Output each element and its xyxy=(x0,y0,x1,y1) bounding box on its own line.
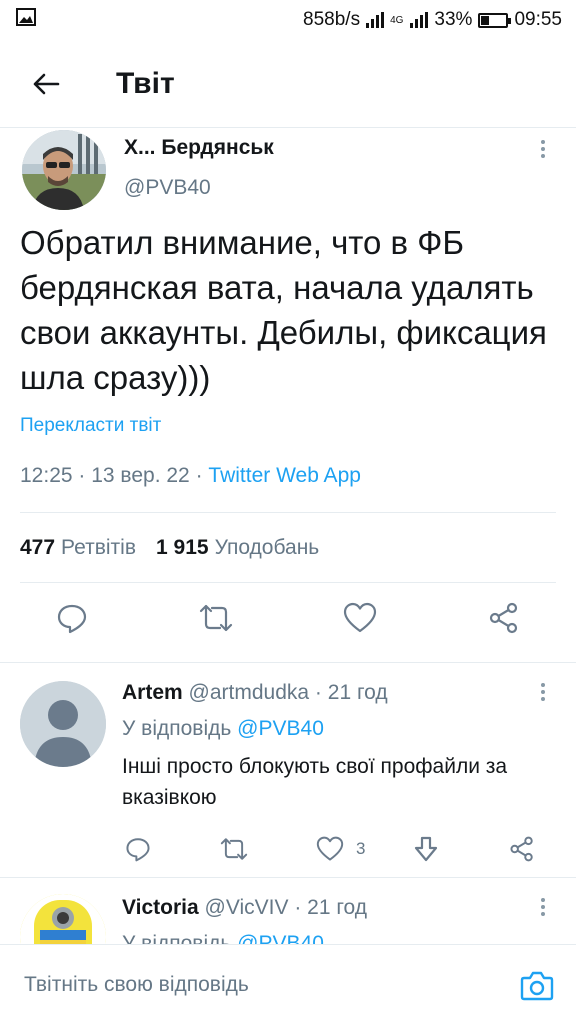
reply-to-label: У відповідь xyxy=(122,932,232,944)
battery-icon xyxy=(478,12,512,28)
share-icon[interactable] xyxy=(484,598,524,638)
divider xyxy=(20,512,556,513)
tweet-date: 13 вер. 22 xyxy=(91,464,190,487)
meta-separator: · xyxy=(314,681,322,704)
reply-author-handle[interactable]: @artmdudka xyxy=(189,681,310,704)
likes-label: Уподобань xyxy=(214,536,320,559)
reply-item[interactable]: Victoria @VicVIV · 21 год У відповідь @P… xyxy=(0,878,576,944)
reply-time: 21 год xyxy=(327,681,388,704)
app-header: Твіт xyxy=(0,40,576,128)
page-title: Твіт xyxy=(116,66,175,100)
more-options-icon[interactable] xyxy=(538,683,548,701)
like-heart-icon[interactable] xyxy=(310,829,350,869)
reply-author-name[interactable]: Victoria xyxy=(122,896,199,919)
reply-to-handle[interactable]: @PVB40 xyxy=(237,717,324,740)
avatar[interactable] xyxy=(22,130,106,210)
reply-to-handle[interactable]: @PVB40 xyxy=(237,932,324,944)
cell-signal-icon xyxy=(410,12,429,28)
camera-icon[interactable] xyxy=(518,967,556,1005)
retweets-count: 477 xyxy=(20,536,56,559)
status-bar: 858b/s 4G 33% 09:55 xyxy=(0,0,576,40)
reply-icon[interactable] xyxy=(52,598,92,638)
like-count: 3 xyxy=(356,839,366,858)
reply-header: Victoria @VicVIV · 21 год xyxy=(122,896,367,920)
meta-separator: · xyxy=(78,464,92,487)
reply-icon[interactable] xyxy=(118,829,158,869)
reply-header: Artem @artmdudka · 21 год xyxy=(122,681,388,705)
reply-to-label: У відповідь xyxy=(122,717,232,740)
retweets-stat[interactable]: 477 Ретвітів xyxy=(20,536,136,560)
reply-compose-bar: Твітніть свою відповідь xyxy=(0,944,576,1024)
tweet-text: Обратил внимание, что в ФБ бердянская ва… xyxy=(20,224,547,396)
reply-time: 21 год xyxy=(307,896,368,919)
more-options-icon[interactable] xyxy=(538,140,548,158)
network-speed: 858b/s xyxy=(303,9,361,30)
reply-author-handle[interactable]: @VicVIV xyxy=(205,896,289,919)
clock: 09:55 xyxy=(514,9,562,30)
translate-link[interactable]: Перекласти твіт xyxy=(20,415,161,437)
share-icon[interactable] xyxy=(502,829,542,869)
battery-percent: 33% xyxy=(434,9,473,30)
tweet-time: 12:25 xyxy=(20,464,73,487)
tweet-source-app[interactable]: Twitter Web App xyxy=(208,464,361,487)
tweet-actions xyxy=(0,598,576,648)
retweets-label: Ретвітів xyxy=(61,536,136,559)
meta-separator: · xyxy=(195,464,209,487)
back-arrow-icon[interactable] xyxy=(24,62,68,106)
reply-to-line: У відповідь @PVB40 xyxy=(122,932,324,944)
reply-actions: 3 xyxy=(0,829,576,869)
reply-author-name[interactable]: Artem xyxy=(122,681,183,704)
reply-input[interactable]: Твітніть свою відповідь xyxy=(24,973,249,997)
reply-text: Інші просто блокують свої профайли за вк… xyxy=(122,755,508,809)
like-heart-icon[interactable] xyxy=(340,598,380,638)
tweet-stats: 477 Ретвітів 1 915 Уподобань xyxy=(20,536,319,560)
retweet-icon[interactable] xyxy=(196,598,236,638)
avatar[interactable] xyxy=(20,894,106,944)
wifi-signal-icon xyxy=(366,12,385,28)
divider xyxy=(20,582,556,583)
likes-stat[interactable]: 1 915 Уподобань xyxy=(156,536,319,560)
image-notification-icon xyxy=(16,8,36,32)
likes-count: 1 915 xyxy=(156,536,209,559)
author-handle[interactable]: @PVB40 xyxy=(124,176,211,200)
download-arrow-icon[interactable] xyxy=(406,829,446,869)
network-type: 4G xyxy=(390,14,404,26)
tweet-meta: 12:25 · 13 вер. 22 · Twitter Web App xyxy=(20,464,361,488)
reply-item[interactable]: Artem @artmdudka · 21 год У відповідь @P… xyxy=(0,663,576,877)
meta-separator: · xyxy=(294,896,302,919)
author-name[interactable]: Х... Бердянськ xyxy=(124,136,274,160)
reply-to-line: У відповідь @PVB40 xyxy=(122,717,324,741)
retweet-icon[interactable] xyxy=(214,829,254,869)
more-options-icon[interactable] xyxy=(538,898,548,916)
avatar[interactable] xyxy=(20,681,106,767)
